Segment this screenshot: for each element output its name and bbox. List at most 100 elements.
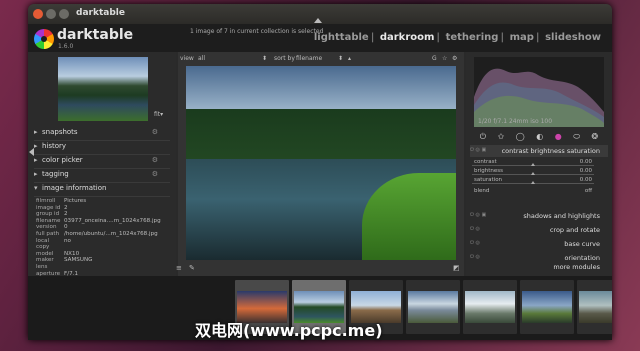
- view-filter-select[interactable]: all: [198, 55, 205, 62]
- info-row: group id 2: [36, 211, 168, 218]
- view-tethering[interactable]: tethering: [446, 32, 499, 43]
- zoom-selector[interactable]: fit▾: [154, 111, 163, 118]
- tone-group-icon[interactable]: ◐: [536, 132, 543, 144]
- top-panel-toggle-icon[interactable]: [314, 18, 322, 23]
- watermark-text: 双电网(www.pcpc.me): [195, 321, 383, 340]
- info-row: local copy no: [36, 238, 168, 251]
- image-information-table: filmroll Pictures image id 2 group id 2 filena…: [36, 198, 168, 284]
- center-view: view all ⬍ sort by filename ⬍ ▴ G ☆ ⚙ ≡ …: [176, 52, 464, 276]
- slider-contrast[interactable]: contrast 0.00: [470, 158, 608, 167]
- correct-group-icon[interactable]: ⬭: [573, 132, 580, 144]
- blend-mode-select[interactable]: blend off: [470, 187, 608, 196]
- module-power-icon[interactable]: ⏻ ◎ ▣: [470, 212, 486, 218]
- info-value: Pictures: [64, 198, 87, 204]
- blend-value: off: [584, 188, 592, 194]
- section-label: color picker: [42, 156, 83, 164]
- slider-knob[interactable]: [531, 163, 535, 166]
- center-toolbar: view all ⬍ sort by filename ⬍ ▴ G ☆ ⚙: [178, 52, 464, 64]
- basic-group-icon[interactable]: ◯: [516, 132, 525, 144]
- slider-saturation[interactable]: saturation 0.00: [470, 176, 608, 185]
- histogram-graph: [474, 68, 604, 127]
- module-group-tabs: ⏻ ✩ ◯ ◐ ● ⬭ ❂: [474, 132, 604, 144]
- zoom-label: fit: [154, 111, 161, 118]
- module-power-icon[interactable]: ⏻ ◎: [470, 254, 480, 260]
- view-slideshow[interactable]: slideshow: [545, 32, 601, 43]
- effect-group-icon[interactable]: ❂: [592, 132, 599, 144]
- info-row: version 0: [36, 224, 168, 231]
- expanded-arrow-icon: ▾: [34, 184, 38, 192]
- minimize-window-button[interactable]: [46, 9, 56, 19]
- close-window-button[interactable]: [33, 9, 43, 19]
- info-row: filename 03977_onceina....m_1024x768.jpg: [36, 218, 168, 225]
- app-version: 1.6.0: [58, 43, 74, 50]
- collapsed-arrow-icon: ▸: [34, 128, 38, 136]
- color-group-icon[interactable]: ●: [555, 132, 562, 144]
- info-row: lens: [36, 264, 168, 271]
- menu-icon[interactable]: ≡: [176, 264, 182, 272]
- slider-knob[interactable]: [531, 181, 535, 184]
- module-label: base curve: [564, 240, 600, 248]
- star-icon[interactable]: ✩: [498, 132, 505, 144]
- filmstrip-thumbnail[interactable]: [577, 280, 612, 334]
- view-map[interactable]: map: [510, 32, 534, 43]
- grouping-icon[interactable]: G: [432, 55, 437, 62]
- info-value: 2: [64, 211, 68, 218]
- module-crop-and-rotate[interactable]: ⏻ ◎ crop and rotate: [470, 224, 608, 236]
- darktable-window: darktable darktable 1.6.0 lighttable | da…: [28, 4, 612, 340]
- overlay-toggle-icon[interactable]: ◩: [453, 264, 460, 272]
- module-more-modules[interactable]: more modules: [470, 261, 608, 273]
- module-power-icon[interactable]: ⏻ ◎: [470, 240, 480, 246]
- info-key: local copy: [36, 237, 50, 251]
- section-label: image information: [42, 184, 107, 192]
- info-value: no: [64, 237, 71, 244]
- info-key: image id: [36, 204, 61, 211]
- edit-icon[interactable]: ✎: [189, 264, 195, 272]
- view-separator: |: [370, 32, 375, 43]
- info-key: version: [36, 224, 57, 231]
- left-panel: fit▾ ▸ snapshots ⚙ ▸ history ▸ color picker…: [28, 52, 176, 283]
- section-color-picker[interactable]: ▸ color picker ⚙: [34, 156, 170, 169]
- right-panel: 1/20 f/7.1 24mm iso 100 ⏻ ✩ ◯ ◐ ● ⬭ ❂ ⏻ …: [466, 52, 612, 276]
- sort-chevron-icon: ⬍: [338, 55, 344, 62]
- filmstrip-thumbnail[interactable]: [406, 280, 460, 334]
- info-key: filmroll: [36, 198, 56, 204]
- gear-icon[interactable]: ⚙: [152, 170, 158, 178]
- slider-knob[interactable]: [531, 172, 535, 175]
- sort-select[interactable]: filename: [296, 55, 322, 62]
- gear-icon[interactable]: ⚙: [152, 156, 158, 164]
- thumbnail-image: [522, 291, 572, 323]
- info-key: maker: [36, 257, 54, 264]
- main-image[interactable]: [186, 66, 456, 260]
- collapsed-arrow-icon: ▸: [34, 156, 38, 164]
- filmstrip-thumbnail[interactable]: [520, 280, 574, 334]
- module-power-icon[interactable]: ⏻ ◎ ▣: [470, 147, 486, 153]
- info-key: filename: [36, 217, 61, 224]
- sort-order-icon[interactable]: ▴: [348, 55, 351, 62]
- left-panel-toggle-icon[interactable]: [29, 148, 34, 156]
- module-base-curve[interactable]: ⏻ ◎ base curve: [470, 238, 608, 250]
- section-snapshots[interactable]: ▸ snapshots ⚙: [34, 128, 170, 141]
- section-tagging[interactable]: ▸ tagging ⚙: [34, 170, 170, 183]
- star-icon[interactable]: ☆: [442, 55, 447, 62]
- darktable-logo-icon: [34, 29, 54, 49]
- histogram[interactable]: 1/20 f/7.1 24mm iso 100: [474, 57, 604, 127]
- navigation-thumbnail[interactable]: [58, 57, 148, 121]
- power-icon[interactable]: ⏻: [480, 132, 486, 144]
- module-power-icon[interactable]: ⏻ ◎: [470, 226, 480, 232]
- module-label: crop and rotate: [549, 226, 600, 234]
- module-shadows-and-highlights[interactable]: ⏻ ◎ ▣ shadows and highlights: [470, 210, 608, 222]
- collapsed-arrow-icon: ▸: [34, 170, 38, 178]
- info-value: [64, 264, 168, 271]
- maximize-window-button[interactable]: [59, 9, 69, 19]
- slider-brightness[interactable]: brightness 0.00: [470, 167, 608, 176]
- section-history[interactable]: ▸ history: [34, 142, 170, 155]
- title-bar: darktable: [28, 4, 612, 24]
- view-separator: |: [436, 32, 441, 43]
- gear-icon[interactable]: ⚙: [152, 128, 158, 136]
- section-image-information[interactable]: ▾ image information: [34, 184, 170, 197]
- filmstrip-thumbnail[interactable]: [463, 280, 517, 334]
- module-label: contrast brightness saturation: [501, 147, 600, 155]
- module-contrast-brightness-saturation[interactable]: ⏻ ◎ ▣ contrast brightness saturation: [470, 145, 608, 157]
- view-darkroom[interactable]: darkroom: [380, 32, 435, 43]
- gear-icon[interactable]: ⚙: [452, 55, 457, 62]
